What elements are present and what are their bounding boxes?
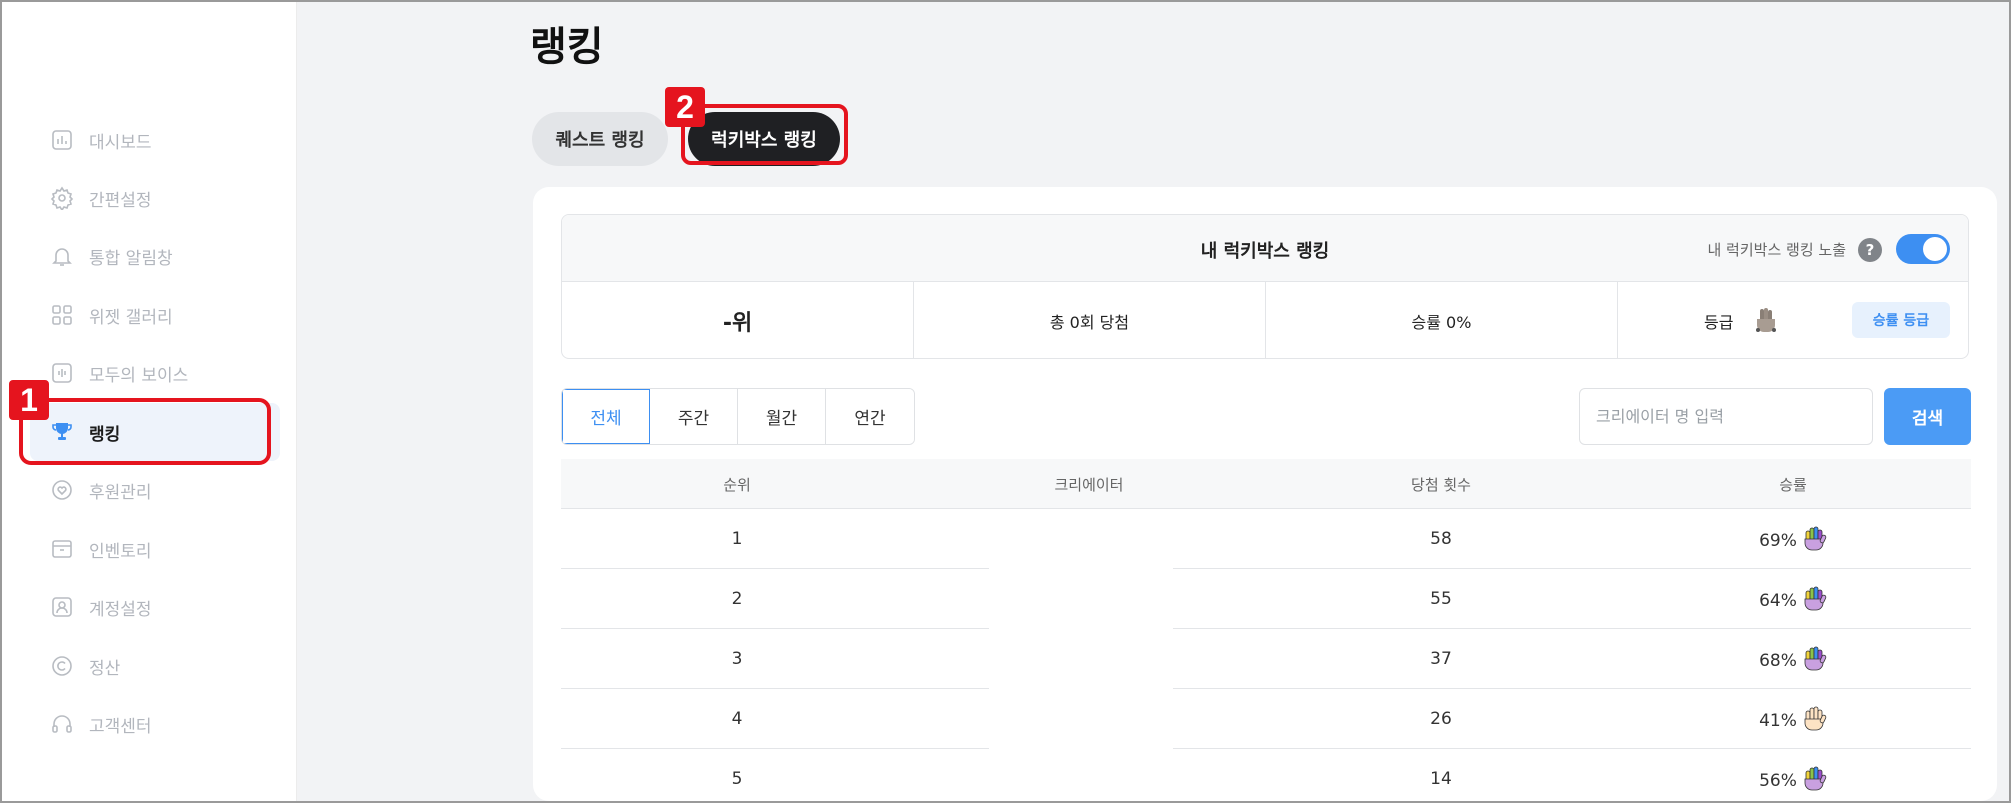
ranking-card: 내 럭키박스 랭킹 내 럭키박스 랭킹 노출 ? -위 총 0회 당첨 승률 0…	[533, 187, 1997, 801]
period-yearly-button[interactable]: 연간	[826, 389, 914, 444]
voice-icon	[50, 361, 74, 385]
sidebar-item-dashboard[interactable]: 대시보드	[30, 111, 280, 169]
header-wins: 당첨 횟수	[1411, 476, 1471, 494]
sidebar-item-label: 대시보드	[89, 132, 152, 153]
sidebar-item-label: 계정설정	[89, 599, 152, 620]
header-creator: 크리에이터	[1054, 476, 1124, 494]
copyright-icon	[50, 654, 74, 678]
sidebar-item-label: 위젯 갤러리	[89, 307, 173, 328]
sidebar-item-label: 정산	[89, 658, 121, 679]
callout-badge-2: 2	[665, 87, 705, 127]
sidebar-item-widget-gallery[interactable]: 위젯 갤러리	[30, 286, 280, 344]
table-header: 순위 크리에이터 당첨 횟수 승률	[561, 459, 1971, 509]
gear-icon	[50, 186, 74, 210]
help-icon[interactable]: ?	[1858, 238, 1882, 262]
grade-label: 등급	[1704, 313, 1734, 332]
sidebar-item-settlement[interactable]: 정산	[30, 637, 280, 695]
sidebar-item-label: 인벤토리	[89, 541, 152, 562]
sidebar-item-inventory[interactable]: 인벤토리	[30, 520, 280, 578]
grade-info-button[interactable]: 승률 등급	[1852, 302, 1950, 338]
my-grade: 등급 승률 등급	[1618, 282, 1968, 358]
rainbow-hand-icon	[1804, 646, 1827, 671]
toggle-knob	[1923, 237, 1947, 261]
sidebar-item-label: 모두의 보이스	[89, 365, 189, 386]
sidebar-item-support[interactable]: 고객센터	[30, 695, 280, 753]
win-rate-value: 56%	[1759, 771, 1797, 791]
sidebar-item-notifications[interactable]: 통합 알림창	[30, 227, 280, 285]
cell-wins: 37	[1430, 649, 1452, 669]
rainbow-hand-icon	[1804, 526, 1827, 551]
bell-icon	[50, 244, 74, 268]
inventory-icon	[50, 537, 74, 561]
callout-badge-1: 1	[9, 380, 49, 420]
header-win-rate: 승률	[1779, 476, 1807, 494]
period-all-button[interactable]: 전체	[562, 389, 650, 444]
sidebar-item-account[interactable]: 계정설정	[30, 578, 280, 636]
creator-search-input[interactable]	[1579, 388, 1873, 445]
callout-highlight-luckybox-tab	[681, 104, 848, 165]
cell-rank: 1	[731, 529, 743, 549]
my-wins: 총 0회 당첨	[914, 282, 1266, 358]
expose-toggle[interactable]	[1896, 234, 1950, 264]
my-rank: -위	[562, 282, 914, 358]
my-ranking-box: 내 럭키박스 랭킹 내 럭키박스 랭킹 노출 ? -위 총 0회 당첨 승률 0…	[561, 214, 1969, 359]
my-ranking-header: 내 럭키박스 랭킹 내 럭키박스 랭킹 노출 ?	[562, 215, 1968, 282]
table-row[interactable]: 3 37 68%	[561, 629, 1971, 689]
skin-hand-icon	[1804, 706, 1827, 731]
cell-win-rate: 68%	[1617, 646, 1969, 673]
win-rate-value: 69%	[1759, 531, 1797, 551]
table-row[interactable]: 1 58 69%	[561, 509, 1971, 569]
chart-icon	[50, 128, 74, 152]
win-rate-value: 64%	[1759, 591, 1797, 611]
grid-icon	[50, 303, 74, 327]
cell-win-rate: 64%	[1617, 586, 1969, 613]
my-win-rate: 승률 0%	[1266, 282, 1618, 358]
page-title: 랭킹	[530, 24, 604, 70]
cell-wins: 26	[1430, 709, 1452, 729]
tab-quest-ranking[interactable]: 퀘스트 랭킹	[532, 112, 668, 166]
main-content: 랭킹 퀘스트 랭킹 럭키박스 랭킹 내 럭키박스 랭킹 내 럭키박스 랭킹 노출…	[297, 2, 2009, 801]
sidebar-item-label: 고객센터	[89, 716, 152, 737]
period-filter: 전체 주간 월간 연간	[561, 388, 915, 445]
cell-rank: 3	[731, 649, 743, 669]
win-rate-value: 41%	[1759, 711, 1797, 731]
period-weekly-button[interactable]: 주간	[650, 389, 738, 444]
cell-rank: 5	[731, 769, 743, 789]
period-monthly-button[interactable]: 월간	[738, 389, 826, 444]
sidebar-item-voice[interactable]: 모두의 보이스	[30, 344, 280, 402]
cell-win-rate: 41%	[1617, 706, 1969, 733]
search-button[interactable]: 검색	[1884, 388, 1971, 445]
sidebar-item-label: 통합 알림창	[89, 248, 173, 269]
table-row[interactable]: 4 26 41%	[561, 689, 1971, 749]
heart-icon	[50, 478, 74, 502]
table-row[interactable]: 2 55 64%	[561, 569, 1971, 629]
table-row[interactable]: 5 14 56%	[561, 749, 1971, 803]
expose-toggle-label: 내 럭키박스 랭킹 노출	[1707, 241, 1846, 259]
sidebar-item-donations[interactable]: 후원관리	[30, 461, 280, 519]
cell-wins: 58	[1430, 529, 1452, 549]
cell-win-rate: 69%	[1617, 526, 1969, 553]
sidebar-item-label: 간편설정	[89, 190, 152, 211]
headset-icon	[50, 712, 74, 736]
gray-hand-icon	[1756, 308, 1777, 332]
cell-wins: 55	[1430, 589, 1452, 609]
sidebar-item-label: 후원관리	[89, 482, 152, 503]
cell-rank: 4	[731, 709, 743, 729]
cell-rank: 2	[731, 589, 743, 609]
sidebar-item-quick-settings[interactable]: 간편설정	[30, 169, 280, 227]
rainbow-hand-icon	[1804, 766, 1827, 791]
rainbow-hand-icon	[1804, 586, 1827, 611]
win-rate-value: 68%	[1759, 651, 1797, 671]
header-rank: 순위	[723, 476, 751, 494]
account-icon	[50, 595, 74, 619]
callout-highlight-ranking	[19, 398, 271, 465]
cell-win-rate: 56%	[1617, 766, 1969, 793]
cell-wins: 14	[1430, 769, 1452, 789]
